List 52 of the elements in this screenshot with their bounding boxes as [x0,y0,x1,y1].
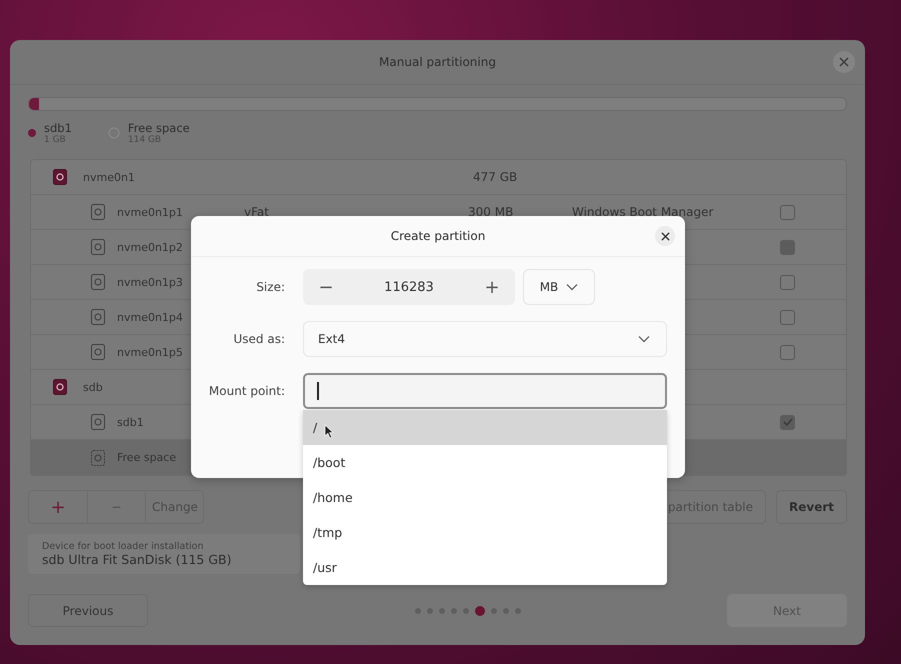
size-label: Size: [255,280,285,294]
used-as-label: Used as: [232,332,285,346]
partition-name: nvme0n1p3 [117,276,183,288]
dialog-title: Create partition [390,229,486,243]
increment-button[interactable]: + [468,269,515,305]
partition-name: Free space [117,451,176,464]
boot-loader-dropdown[interactable]: Device for boot loader installation sdb Ultra Fit SanDisk (115 GB) [28,534,300,574]
mount-point-option[interactable]: /boot [303,445,667,480]
size-spinbox[interactable]: − 116283 + [303,269,515,305]
disk-size: 477 GB [473,170,518,184]
partition-size: 300 MB [468,205,514,219]
legend-label: Free space [128,121,190,135]
close-button[interactable] [655,226,675,246]
check-icon [782,416,794,428]
drive-icon [53,169,67,185]
used-as-dropdown[interactable]: Ext4 [303,321,667,357]
partition-icon [91,450,105,466]
window-title: Manual partitioning [379,55,496,69]
format-checkbox[interactable] [780,310,795,324]
partition-icon [91,414,105,430]
partition-name: sdb1 [117,416,144,428]
partition-system: Windows Boot Manager [572,205,714,219]
partition-icon [91,239,105,255]
format-checkbox[interactable] [780,344,795,360]
partition-name: nvme0n1p2 [117,240,183,254]
decrement-button[interactable]: − [303,269,349,305]
partition-icon [91,344,105,360]
partition-name: nvme0n1p1 [117,206,183,218]
mouse-pointer-icon [324,424,334,439]
format-checkbox[interactable] [780,274,795,290]
partition-icon [91,309,105,325]
chevron-down-icon [566,283,578,291]
disk-name: sdb [83,380,103,394]
partition-icon [91,274,105,290]
partition-name: nvme0n1p4 [117,310,183,324]
drive-icon [53,379,67,395]
close-icon [839,57,849,67]
format-checkbox[interactable] [780,204,795,220]
mount-point-label: Mount point: [208,384,285,398]
close-icon [660,232,670,240]
mount-point-option[interactable]: /usr [303,550,667,585]
mount-point-option[interactable]: / [303,410,667,445]
size-value: 116283 [384,280,434,294]
mount-point-field[interactable] [303,373,667,409]
partition-icon [91,204,105,220]
chevron-down-icon [638,335,650,343]
unit-dropdown[interactable]: MB [523,269,595,305]
partition-type: vFat [244,205,269,219]
text-cursor-icon [317,382,318,400]
partition-name: nvme0n1p5 [117,346,183,358]
legend-label: sdb1 [44,121,72,135]
disk-name: nvme0n1 [83,170,135,184]
